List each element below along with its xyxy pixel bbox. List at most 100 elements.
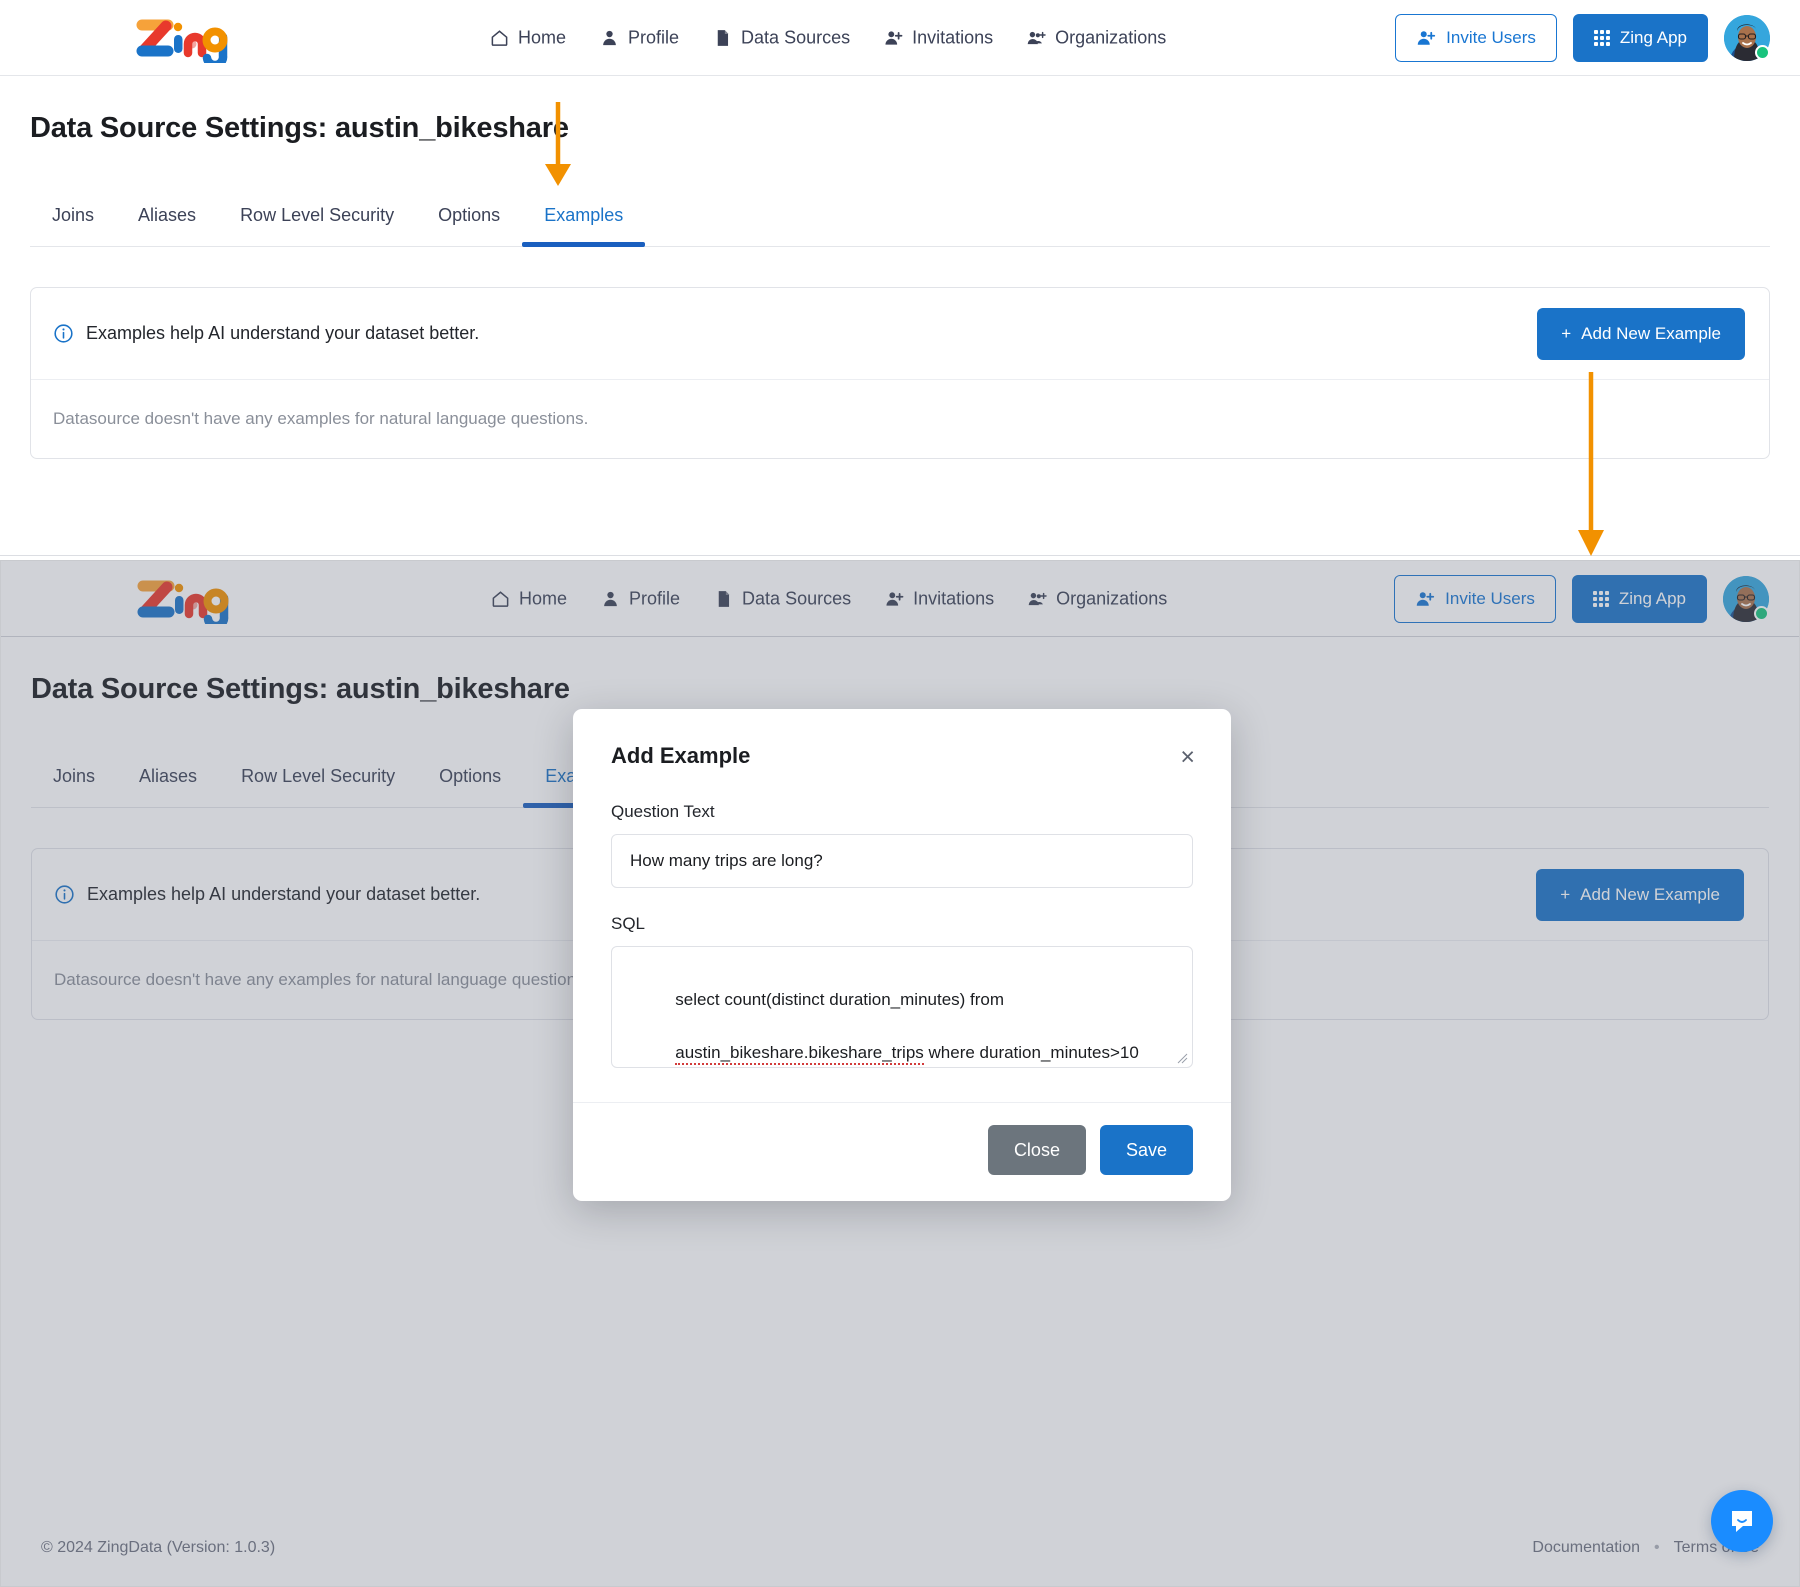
tab-options[interactable]: Options [417, 766, 523, 807]
grid-icon [1593, 29, 1610, 46]
primary-nav: Home Profile Data Sources Invitations Or… [491, 588, 1167, 609]
tab-joins[interactable]: Joins [30, 205, 116, 246]
primary-nav: Home Profile Data Sources Invitations Or… [490, 27, 1166, 48]
modal-footer: Close Save [573, 1102, 1231, 1201]
footer-separator: • [1654, 1539, 1660, 1556]
nav-label: Invitations [913, 588, 995, 608]
examples-hint-text: Examples help AI understand your dataset… [86, 323, 480, 343]
question-text-input[interactable] [611, 834, 1193, 888]
document-icon [717, 29, 729, 46]
invite-users-label: Invite Users [1445, 588, 1535, 608]
resize-handle-icon[interactable] [1176, 1052, 1188, 1064]
close-button[interactable]: Close [987, 1125, 1086, 1175]
info-icon [55, 885, 74, 904]
zing-app-button[interactable]: Zing App [1571, 574, 1707, 623]
nav-item-home[interactable]: Home [491, 588, 567, 609]
nav-label: Home [519, 588, 568, 608]
plus-icon: + [1561, 323, 1572, 343]
add-new-example-button[interactable]: + Add New Example [1536, 868, 1744, 921]
nav-item-invitations[interactable]: Invitations [884, 27, 993, 48]
person-add-icon [885, 30, 903, 45]
nav-label: Data Sources [741, 27, 851, 47]
examples-empty-text: Datasource doesn't have any examples for… [53, 409, 589, 428]
tab-aliases[interactable]: Aliases [117, 766, 219, 807]
nav-label: Profile [629, 588, 681, 608]
examples-card-header: Examples help AI understand your dataset… [31, 288, 1769, 380]
modal-body: Question Text SQL select count(distinct … [573, 772, 1231, 1102]
sql-line-2-rest: where duration_minutes>10 [923, 1043, 1139, 1063]
person-add-icon [886, 591, 904, 606]
sql-line-1: select count(distinct duration_minutes) … [675, 990, 1005, 1010]
screenshot-stage: Home Profile Data Sources Invitations Or… [0, 0, 1800, 1587]
modal-title: Add Example [611, 743, 751, 768]
zing-app-label: Zing App [1619, 27, 1687, 47]
people-add-icon [1027, 31, 1046, 44]
page-title: Data Source Settings: austin_bikeshare [30, 112, 569, 144]
screenshot-after: Home Profile Data Sources Invitations Or… [0, 560, 1800, 1587]
bottom-navbar: Home Profile Data Sources Invitations Or… [1, 561, 1799, 637]
examples-hint: Examples help AI understand your dataset… [53, 323, 479, 344]
close-icon[interactable]: × [1174, 743, 1201, 772]
sql-textarea[interactable]: select count(distinct duration_minutes) … [611, 946, 1193, 1068]
nav-item-organizations[interactable]: Organizations [1028, 588, 1167, 609]
document-icon [718, 590, 730, 607]
online-status-dot [1755, 44, 1770, 60]
sql-table-reference: austin_bikeshare.bikeshare_trips [675, 1043, 924, 1066]
nav-item-data-sources[interactable]: Data Sources [714, 588, 851, 609]
add-new-example-button[interactable]: + Add New Example [1537, 307, 1745, 360]
navbar-actions: Invite Users Zing App [1395, 13, 1770, 62]
save-button[interactable]: Save [1099, 1125, 1193, 1175]
nav-label: Profile [628, 27, 680, 47]
nav-item-profile[interactable]: Profile [600, 27, 679, 48]
tab-examples[interactable]: Examples [522, 205, 646, 247]
people-add-icon [1028, 592, 1047, 605]
tab-options[interactable]: Options [416, 205, 522, 246]
settings-tabs: Joins Aliases Row Level Security Options… [30, 185, 1770, 247]
navbar-actions: Invite Users Zing App [1394, 574, 1769, 623]
invite-users-button[interactable]: Invite Users [1394, 574, 1556, 623]
online-status-dot [1754, 605, 1769, 621]
tab-row-level-security[interactable]: Row Level Security [219, 766, 417, 807]
examples-empty-text: Datasource doesn't have any examples for… [54, 970, 590, 989]
nav-item-home[interactable]: Home [490, 27, 566, 48]
zing-app-button[interactable]: Zing App [1572, 13, 1708, 62]
person-icon [604, 591, 617, 606]
tab-joins[interactable]: Joins [31, 766, 117, 807]
nav-label: Data Sources [742, 588, 852, 608]
nav-item-organizations[interactable]: Organizations [1027, 27, 1166, 48]
top-navbar: Home Profile Data Sources Invitations Or… [0, 0, 1800, 76]
tab-row-level-security[interactable]: Row Level Security [218, 205, 416, 246]
documentation-link[interactable]: Documentation [1532, 1539, 1640, 1557]
nav-item-data-sources[interactable]: Data Sources [713, 27, 850, 48]
copyright-text: © 2024 ZingData (Version: 1.0.3) [41, 1539, 276, 1556]
examples-empty-state: Datasource doesn't have any examples for… [31, 380, 1769, 458]
nav-label: Home [518, 27, 567, 47]
home-icon [492, 590, 509, 607]
info-icon [54, 324, 73, 343]
screenshot-before: Home Profile Data Sources Invitations Or… [0, 0, 1800, 556]
zing-app-label: Zing App [1618, 588, 1686, 608]
nav-label: Organizations [1056, 588, 1168, 608]
invite-users-button[interactable]: Invite Users [1395, 13, 1557, 62]
question-text-label: Question Text [611, 802, 715, 821]
person-add-icon [1417, 30, 1436, 45]
avatar[interactable] [1724, 14, 1770, 61]
tab-aliases[interactable]: Aliases [116, 205, 218, 246]
home-icon [491, 29, 508, 46]
nav-item-profile[interactable]: Profile [601, 588, 680, 609]
examples-hint-text: Examples help AI understand your dataset… [87, 884, 481, 904]
add-new-example-label: Add New Example [1581, 323, 1721, 343]
zing-logo[interactable] [128, 13, 238, 69]
invite-users-label: Invite Users [1446, 27, 1536, 47]
nav-label: Invitations [912, 27, 994, 47]
nav-label: Organizations [1055, 27, 1167, 47]
avatar[interactable] [1723, 575, 1769, 622]
chat-support-button[interactable] [1711, 1490, 1773, 1552]
plus-icon: + [1560, 884, 1571, 904]
examples-hint: Examples help AI understand your dataset… [54, 884, 480, 905]
zing-logo[interactable] [129, 574, 239, 630]
person-icon [603, 30, 616, 45]
sql-label: SQL [611, 914, 646, 933]
add-new-example-label: Add New Example [1580, 884, 1720, 904]
nav-item-invitations[interactable]: Invitations [885, 588, 994, 609]
